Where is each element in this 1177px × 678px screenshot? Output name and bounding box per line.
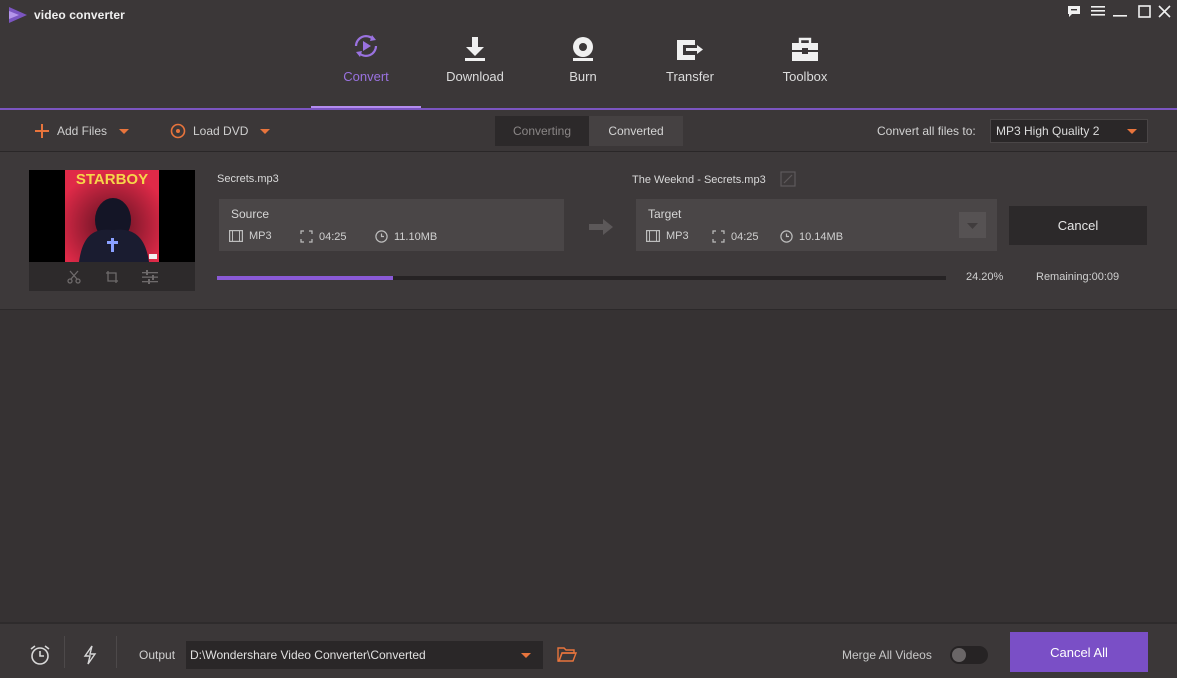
tab-download[interactable]: Download [420,28,530,108]
output-format-select[interactable]: MP3 High Quality 2 [990,119,1148,143]
transfer-icon [677,40,703,60]
tab-burn-label: Burn [569,69,597,84]
toolbox-icon [792,37,818,61]
tab-download-label: Download [446,69,504,84]
plus-icon [35,124,49,138]
app-logo: video converter [8,6,125,24]
tab-converted[interactable]: Converted [589,116,683,146]
source-duration: 04:25 [300,230,347,243]
app-title: video converter [34,8,125,22]
format-dropdown-icon [1127,129,1137,134]
clock-icon [375,230,388,243]
target-size: 10.14MB [780,230,843,243]
tab-convert[interactable]: Convert [311,28,421,108]
feedback-icon[interactable] [1064,2,1084,20]
merge-all-videos-label: Merge All Videos [842,648,932,662]
output-path-dropdown-icon[interactable] [521,653,531,658]
toggle-knob [952,648,966,662]
top-bar: video converter Convert Download Burn Tr… [0,0,1177,110]
dvd-icon [170,123,186,139]
merge-all-videos-toggle[interactable] [950,646,988,664]
tab-transfer-label: Transfer [666,69,714,84]
target-size-value: 10.14MB [799,230,844,243]
progress-fill [217,276,394,280]
source-size: 11.10MB [375,230,437,243]
tab-toolbox[interactable]: Toolbox [750,28,860,108]
close-icon[interactable] [1154,2,1174,20]
target-info-panel: Target MP3 04:25 10.14MB [636,199,997,251]
progress-percent: 24.20% [966,271,1004,283]
cancel-button[interactable]: Cancel [1009,206,1147,245]
output-label: Output [139,648,176,662]
remaining-time: Remaining:00:09 [1036,271,1120,283]
convert-all-label: Convert all files to: [877,124,976,138]
crop-icon[interactable] [103,268,121,286]
film-icon [646,230,660,242]
output-format-value: MP3 High Quality 2 [996,124,1100,138]
load-dvd-label: Load DVD [193,124,249,138]
rename-edit-icon[interactable] [780,171,796,187]
target-title: Target [648,207,682,221]
load-dvd-button[interactable]: Load DVD [170,110,271,152]
target-file-name: The Weeknd - Secrets.mp3 [632,174,766,186]
lightning-icon[interactable] [79,644,101,666]
burn-disc-icon [573,37,593,61]
file-thumbnail[interactable]: STARBOY [29,170,195,291]
arrow-right-icon [589,219,615,240]
resolution-icon [712,230,725,243]
source-file-name: Secrets.mp3 [217,173,279,185]
clock-icon [780,230,793,243]
footer-divider [116,636,117,668]
add-files-label: Add Files [57,124,108,138]
source-duration-value: 04:25 [319,230,347,243]
footer-bar: Output D:\Wondershare Video Converter\Co… [0,622,1177,678]
output-path-value: D:\Wondershare Video Converter\Converted [190,648,426,662]
album-cover-image: STARBOY [65,170,159,262]
film-icon [229,230,243,242]
conversion-progress-bar [217,276,946,280]
target-settings-dropdown[interactable] [959,212,986,238]
target-format-value: MP3 [666,230,689,242]
source-title: Source [231,207,270,221]
resolution-icon [300,230,313,243]
download-icon [465,37,485,61]
tab-transfer[interactable]: Transfer [635,28,745,108]
effects-icon[interactable] [141,268,159,286]
add-files-dropdown-icon[interactable] [119,128,130,134]
convert-icon [354,35,378,57]
load-dvd-dropdown-icon[interactable] [260,128,271,134]
trim-icon[interactable] [65,268,83,286]
maximize-icon[interactable] [1134,2,1154,20]
add-files-button[interactable]: Add Files [35,110,130,152]
target-format: MP3 [646,230,689,242]
source-format: MP3 [229,230,272,242]
source-format-value: MP3 [249,230,272,242]
cancel-all-button[interactable]: Cancel All [1010,632,1148,672]
app-logo-icon [9,7,27,23]
tab-convert-label: Convert [343,69,389,84]
minimize-icon[interactable] [1110,2,1130,20]
thumbnail-toolbar [29,262,195,291]
tab-burn[interactable]: Burn [528,28,638,108]
menu-icon[interactable] [1088,2,1108,20]
tab-toolbox-label: Toolbox [782,69,828,84]
output-path-field[interactable]: D:\Wondershare Video Converter\Converted [186,641,543,669]
chevron-down-icon [967,223,978,229]
target-duration: 04:25 [712,230,759,243]
alarm-clock-icon[interactable] [29,644,51,666]
open-folder-icon[interactable] [557,645,578,665]
tab-converting[interactable]: Converting [495,116,589,146]
footer-divider [64,636,65,668]
target-duration-value: 04:25 [731,230,759,243]
source-info-panel: Source MP3 04:25 11.10MB [219,199,564,251]
album-cover-title: STARBOY [76,171,148,188]
source-size-value: 11.10MB [394,230,438,243]
file-list-item: STARBOY Secrets.mp3 The Weeknd - Secrets… [0,152,1177,310]
